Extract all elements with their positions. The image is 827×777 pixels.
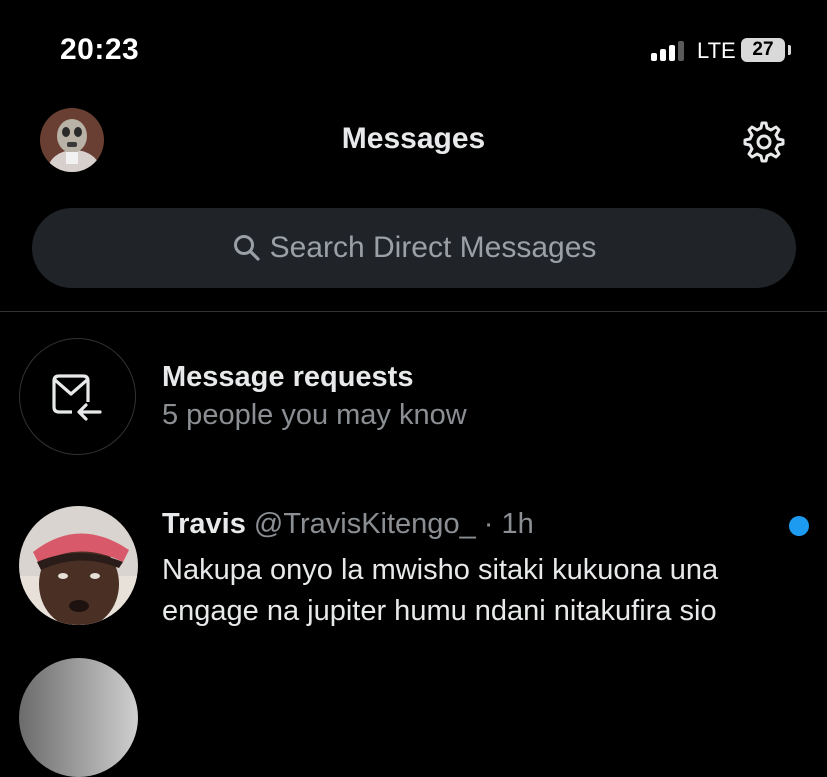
status-time: 20:23 — [60, 33, 140, 66]
message-requests-title: Message requests — [162, 361, 414, 393]
search-input[interactable]: Search Direct Messages — [32, 208, 796, 288]
battery-icon: 27 — [741, 38, 785, 62]
battery-level: 27 — [752, 39, 774, 60]
status-bar: 20:23 LTE 27 — [0, 0, 827, 100]
handle-text: @TravisKitengo_ — [253, 508, 476, 540]
battery-tip — [788, 45, 791, 55]
message-requests-icon-circle — [19, 338, 136, 455]
message-preview: Nakupa onyo la mwisho sitaki kukuona una… — [162, 554, 719, 627]
mail-return-icon — [51, 373, 102, 421]
messages-header: Messages — [0, 100, 827, 184]
avatar[interactable] — [19, 506, 138, 625]
unread-indicator — [789, 516, 809, 536]
settings-button[interactable] — [742, 120, 786, 164]
message-time: 1h — [501, 508, 534, 540]
network-type: LTE — [697, 38, 736, 63]
message-requests-subtitle: 5 people you may know — [162, 399, 467, 431]
page-title: Messages — [341, 122, 486, 155]
search-icon — [233, 235, 260, 261]
divider — [0, 311, 827, 312]
conversation-header: Travis @TravisKitengo_ · 1h — [162, 508, 534, 541]
contact-handle: @TravisKitengo_ · 1h — [254, 508, 534, 540]
search-section: Search Direct Messages — [0, 184, 827, 311]
search-placeholder: Search Direct Messages — [269, 231, 597, 264]
signal-strength-icon — [651, 41, 691, 61]
contact-avatar-image — [19, 506, 138, 625]
gear-icon — [743, 121, 785, 163]
contact-name: Travis — [162, 508, 246, 540]
avatar[interactable] — [19, 658, 138, 777]
separator: · — [475, 508, 502, 540]
